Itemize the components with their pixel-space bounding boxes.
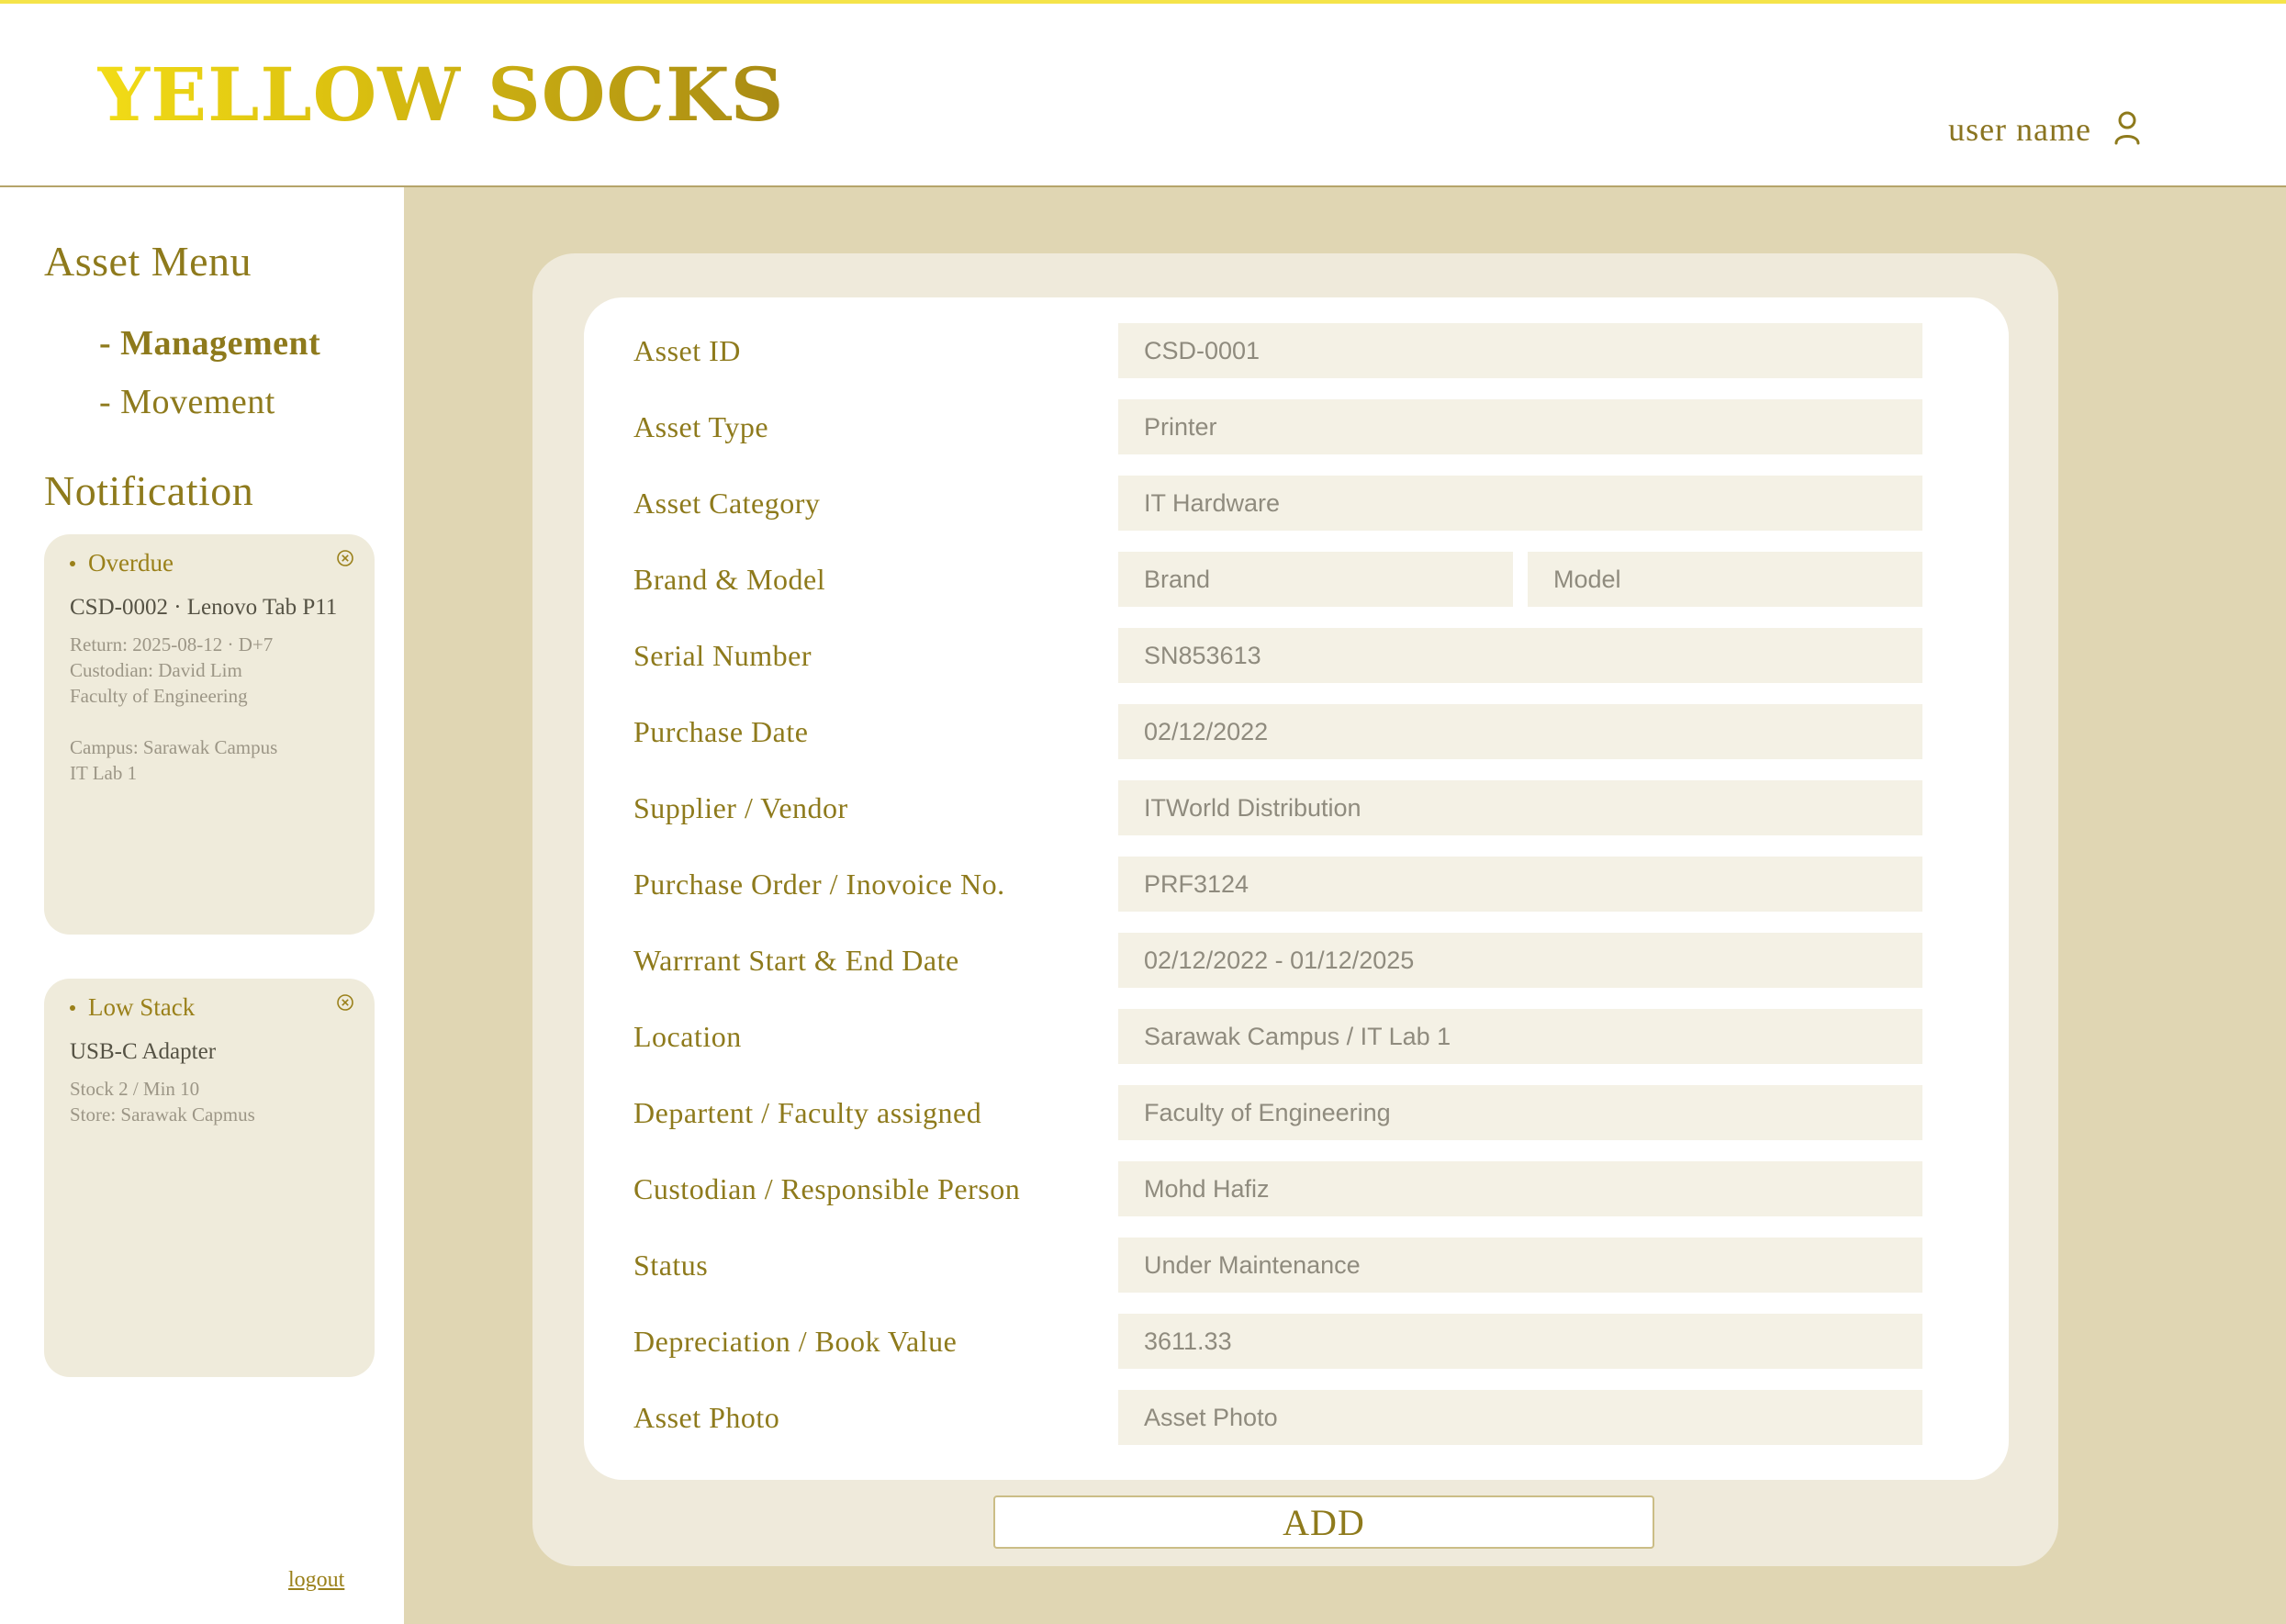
card-line: Return: 2025-08-12 · D+7 xyxy=(70,633,274,655)
field-label: Brand & Model xyxy=(633,563,826,596)
form-row-department: Departent / Faculty assigned xyxy=(584,1085,2009,1140)
supplier-input[interactable] xyxy=(1118,780,1922,835)
purchase-date-input[interactable] xyxy=(1118,704,1922,759)
form-panel: Asset ID Asset Type Asset Category Brand… xyxy=(532,253,2058,1566)
form-row-warranty: Warrrant Start & End Date xyxy=(584,933,2009,988)
field-label: Location xyxy=(633,1020,742,1053)
model-input[interactable] xyxy=(1528,552,1922,607)
purchase-order-input[interactable] xyxy=(1118,857,1922,912)
asset-photo-input[interactable] xyxy=(1118,1390,1922,1445)
header: YELLOW SOCKS user name xyxy=(0,4,2286,187)
status-input[interactable] xyxy=(1118,1238,1922,1293)
form-row-asset-category: Asset Category xyxy=(584,476,2009,531)
field-label: Status xyxy=(633,1249,709,1282)
field-label: Asset Photo xyxy=(633,1401,780,1434)
notification-card-title: Overdue xyxy=(70,549,174,577)
card-main-text: USB-C Adapter xyxy=(70,1039,217,1064)
field-label: Custodian / Responsible Person xyxy=(633,1172,1021,1205)
field-label: Asset ID xyxy=(633,334,741,367)
notification-card-overdue[interactable]: Overdue CSD-0002 · Lenovo Tab P11 Return… xyxy=(44,534,375,935)
bullet-icon xyxy=(70,560,75,566)
asset-id-input[interactable] xyxy=(1118,323,1922,378)
user-menu[interactable]: user name xyxy=(1948,110,2141,149)
notification-title: Notification xyxy=(44,467,254,514)
location-input[interactable] xyxy=(1118,1009,1922,1064)
card-line: Custodian: David Lim xyxy=(70,659,242,681)
form-row-serial-number: Serial Number xyxy=(584,628,2009,683)
serial-number-input[interactable] xyxy=(1118,628,1922,683)
form-row-purchase-date: Purchase Date xyxy=(584,704,2009,759)
notification-card-low-stack[interactable]: Low Stack USB-C Adapter Stock 2 / Min 10… xyxy=(44,979,375,1377)
asset-form: Asset ID Asset Type Asset Category Brand… xyxy=(584,297,2009,1480)
main-content: Asset ID Asset Type Asset Category Brand… xyxy=(404,187,2286,1624)
field-label: Departent / Faculty assigned xyxy=(633,1096,982,1129)
form-row-asset-photo: Asset Photo xyxy=(584,1390,2009,1445)
custodian-input[interactable] xyxy=(1118,1161,1922,1216)
card-title-text: Overdue xyxy=(88,549,174,577)
user-name-label: user name xyxy=(1948,111,2091,148)
card-line: IT Lab 1 xyxy=(70,762,138,784)
asset-category-input[interactable] xyxy=(1118,476,1922,531)
field-label: Warrrant Start & End Date xyxy=(633,944,959,977)
asset-menu-title: Asset Menu xyxy=(44,238,252,285)
form-row-depreciation: Depreciation / Book Value xyxy=(584,1314,2009,1369)
field-label: Purchase Date xyxy=(633,715,809,748)
card-line: Faculty of Engineering xyxy=(70,685,248,707)
warranty-date-input[interactable] xyxy=(1118,933,1922,988)
brand-logo: YELLOW SOCKS xyxy=(97,51,785,138)
menu-item-management[interactable]: - Management xyxy=(99,323,320,364)
card-line: Campus: Sarawak Campus xyxy=(70,736,278,758)
brand-input[interactable] xyxy=(1118,552,1513,607)
logout-link[interactable]: logout xyxy=(288,1568,344,1593)
form-row-custodian: Custodian / Responsible Person xyxy=(584,1161,2009,1216)
field-label: Serial Number xyxy=(633,639,812,672)
asset-type-input[interactable] xyxy=(1118,399,1922,454)
field-label: Depreciation / Book Value xyxy=(633,1325,958,1358)
user-icon xyxy=(2113,110,2141,149)
card-line: Stock 2 / Min 10 xyxy=(70,1078,200,1100)
menu-item-movement[interactable]: - Movement xyxy=(99,382,275,422)
field-label: Supplier / Vendor xyxy=(633,791,848,824)
field-label: Purchase Order / Inovoice No. xyxy=(633,868,1005,901)
form-row-purchase-order: Purchase Order / Inovoice No. xyxy=(584,857,2009,912)
card-main-text: CSD-0002 · Lenovo Tab P11 xyxy=(70,595,338,620)
close-icon[interactable] xyxy=(336,549,354,571)
field-label: Asset Type xyxy=(633,410,769,443)
notification-card-title: Low Stack xyxy=(70,993,195,1022)
form-row-supplier: Supplier / Vendor xyxy=(584,780,2009,835)
card-title-text: Low Stack xyxy=(88,993,196,1021)
depreciation-input[interactable] xyxy=(1118,1314,1922,1369)
form-row-brand-model: Brand & Model xyxy=(584,552,2009,607)
sidebar: Asset Menu - Management - Movement Notif… xyxy=(0,187,404,1624)
close-icon[interactable] xyxy=(336,993,354,1015)
form-row-asset-id: Asset ID xyxy=(584,323,2009,378)
form-row-location: Location xyxy=(584,1009,2009,1064)
add-button[interactable]: ADD xyxy=(993,1495,1654,1549)
bullet-icon xyxy=(70,1004,75,1011)
form-row-status: Status xyxy=(584,1238,2009,1293)
department-input[interactable] xyxy=(1118,1085,1922,1140)
card-line: Store: Sarawak Capmus xyxy=(70,1103,255,1126)
form-row-asset-type: Asset Type xyxy=(584,399,2009,454)
field-label: Asset Category xyxy=(633,487,821,520)
